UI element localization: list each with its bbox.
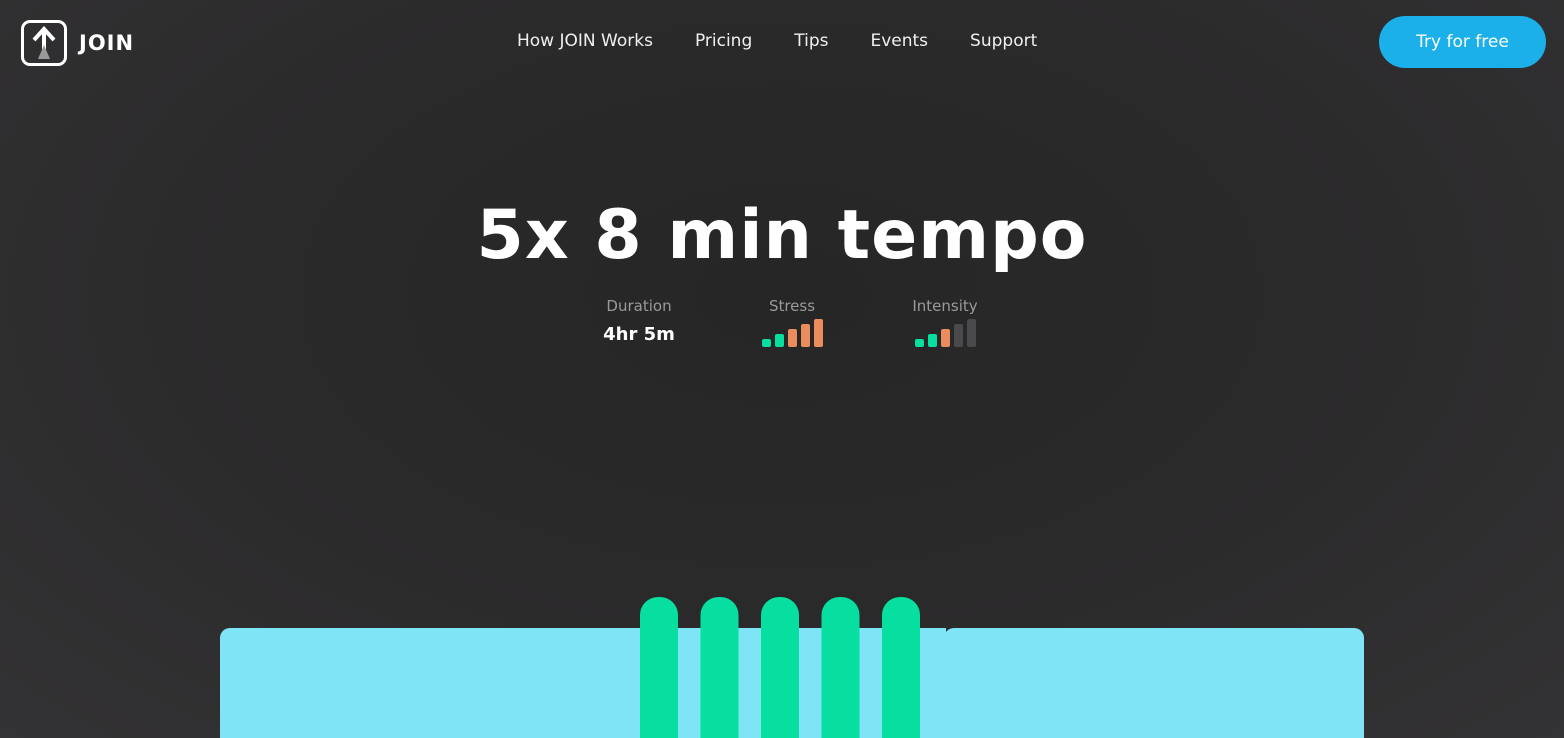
interval-bar [700, 597, 739, 738]
interval-bar [882, 597, 920, 738]
meter-bar [813, 319, 823, 347]
stress-meter [732, 319, 852, 347]
cooldown-block [944, 628, 1364, 738]
arrow-up-icon [21, 20, 67, 66]
nav-tips[interactable]: Tips [794, 31, 828, 51]
meter-bar [774, 334, 784, 347]
intensity-label: Intensity [912, 297, 978, 315]
interval-bar [821, 597, 860, 738]
interval-bar [761, 597, 799, 738]
stress-label: Stress [768, 297, 816, 315]
duration-stat: Duration 4hr 5m [579, 297, 699, 345]
logo[interactable]: JOIN [21, 20, 134, 66]
warmup-block [220, 628, 640, 738]
meter-bar [927, 334, 937, 347]
nav-support[interactable]: Support [970, 31, 1037, 51]
nav-how-join-works[interactable]: How JOIN Works [517, 31, 653, 51]
workout-title: 5x 8 min tempo [476, 196, 1088, 275]
brand-name: JOIN [79, 31, 135, 55]
interval-bar [640, 597, 678, 738]
meter-bar [914, 339, 924, 347]
nav-pricing[interactable]: Pricing [695, 31, 752, 51]
workout-chart [220, 597, 1364, 738]
intensity-stat: Intensity [885, 297, 1005, 347]
top-nav: JOIN How JOIN Works Pricing Tips Events … [0, 0, 1564, 84]
meter-bar [761, 339, 771, 347]
meter-bar [953, 324, 963, 347]
nav-events[interactable]: Events [870, 31, 928, 51]
try-for-free-button[interactable]: Try for free [1379, 16, 1546, 68]
duration-value: 4hr 5m [603, 324, 675, 345]
intensity-meter [885, 319, 1005, 347]
meter-bar [800, 324, 810, 347]
meter-bar [966, 319, 976, 347]
meter-bar [787, 329, 797, 347]
stress-stat: Stress [732, 297, 852, 347]
duration-label: Duration [606, 297, 672, 315]
meter-bar [940, 329, 950, 347]
